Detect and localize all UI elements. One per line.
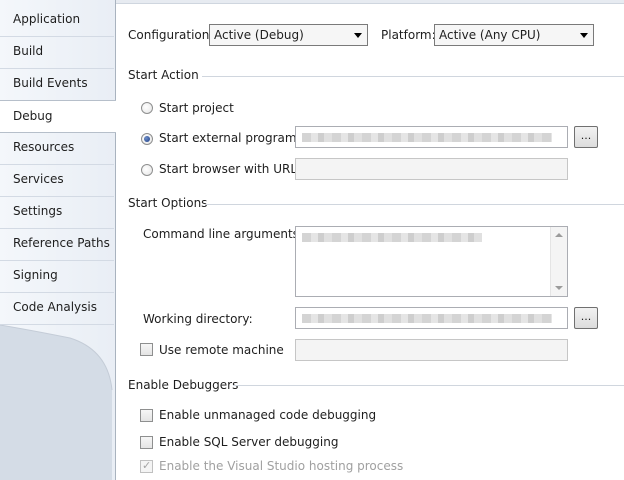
sql-debugging-label: Enable SQL Server debugging [159,435,339,449]
redacted-text [302,233,482,242]
external-program-input[interactable] [295,126,568,148]
tab-reference-paths[interactable]: Reference Paths [0,229,114,261]
start-external-program-radio[interactable] [141,133,153,145]
scroll-down-icon[interactable] [555,286,563,290]
hosting-process-label: Enable the Visual Studio hosting process [159,459,404,473]
remote-machine-checkbox[interactable] [140,343,153,356]
unmanaged-debugging-checkbox[interactable] [140,409,153,422]
start-action-title: Start Action [128,68,199,82]
tab-signing[interactable]: Signing [0,261,114,293]
pane-top-border [116,0,624,4]
working-directory-input[interactable] [295,307,568,329]
tab-resources-label: Resources [13,140,75,154]
chevron-down-icon [354,33,362,38]
start-options-divider [205,204,624,205]
debug-settings-pane: Configuration: Active (Debug) Platform: … [115,0,624,480]
enable-debuggers-divider [233,385,624,386]
tab-debug-label: Debug [13,109,53,123]
tab-code-analysis[interactable]: Code Analysis [0,293,114,325]
tab-services-label: Services [13,172,64,186]
unmanaged-debugging-label: Enable unmanaged code debugging [159,408,377,422]
tab-application[interactable]: Application [0,5,114,37]
command-line-scrollbar[interactable] [550,227,567,296]
hosting-process-checkbox [140,459,153,473]
tab-debug[interactable]: Debug [0,100,116,133]
scroll-up-icon[interactable] [555,233,563,237]
start-action-divider [202,76,624,77]
configuration-label: Configuration: [128,28,214,42]
configuration-value: Active (Debug) [214,28,304,42]
external-program-browse-button[interactable]: ... [574,126,598,148]
tab-code-analysis-label: Code Analysis [13,300,97,314]
project-properties-tabs: Application Build Build Events Debug Res… [0,0,116,480]
chevron-down-icon [580,33,588,38]
platform-dropdown[interactable]: Active (Any CPU) [434,24,594,46]
working-directory-label: Working directory: [143,312,253,326]
redacted-text [302,133,552,142]
tab-build-events-label: Build Events [13,76,88,90]
working-directory-browse-button[interactable]: ... [574,307,598,329]
enable-debuggers-title: Enable Debuggers [128,378,239,392]
start-project-radio[interactable] [141,102,153,114]
browser-url-input[interactable] [295,158,568,180]
remote-machine-input[interactable] [295,339,568,361]
command-line-label: Command line arguments: [143,227,303,241]
sql-debugging-checkbox[interactable] [140,436,153,449]
tab-reference-paths-label: Reference Paths [13,236,110,250]
command-line-textarea[interactable] [295,226,568,297]
browse-label: ... [580,310,592,323]
configuration-dropdown[interactable]: Active (Debug) [209,24,368,46]
tab-application-label: Application [13,12,81,26]
start-external-program-label: Start external program: [159,131,301,145]
tab-settings-label: Settings [13,204,63,218]
start-project-label: Start project [159,101,234,115]
tab-build-label: Build [13,44,44,58]
start-options-title: Start Options [128,196,208,210]
tab-services[interactable]: Services [0,165,114,197]
start-browser-radio[interactable] [141,164,153,176]
platform-value: Active (Any CPU) [439,28,541,42]
tab-resources[interactable]: Resources [0,133,114,165]
remote-machine-label: Use remote machine [159,343,284,357]
platform-label: Platform: [381,28,436,42]
browse-label: ... [580,129,592,142]
tab-build[interactable]: Build [0,37,114,69]
tab-signing-label: Signing [13,268,58,282]
start-browser-label: Start browser with URL: [159,162,302,176]
tab-settings[interactable]: Settings [0,197,114,229]
tab-build-events[interactable]: Build Events [0,69,114,101]
redacted-text [302,314,552,323]
